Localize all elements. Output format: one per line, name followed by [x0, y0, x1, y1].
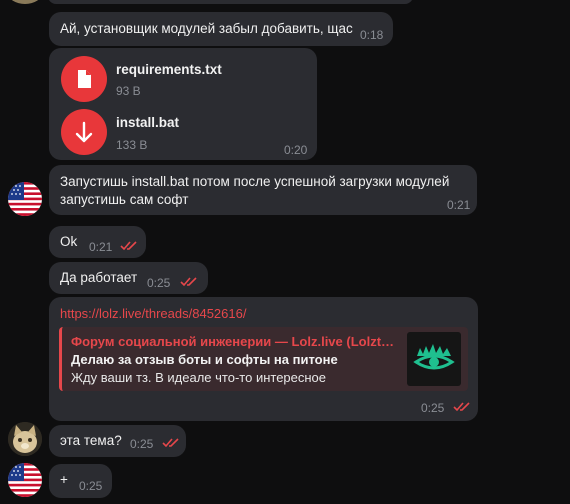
read-checks-icon	[162, 438, 179, 448]
avatar-us-flag[interactable]	[8, 182, 42, 216]
message-text-line: Запустишь install.bat потом после успешн…	[60, 174, 450, 189]
message-time: 0:25	[130, 437, 154, 451]
message-link[interactable]: https://lolz.live/threads/8452616/	[60, 306, 246, 321]
avatar-other-top[interactable]	[8, 0, 42, 4]
file-name[interactable]: requirements.txt	[116, 62, 222, 77]
file-size: 133 B	[116, 138, 148, 152]
message-time: 0:20	[284, 143, 308, 157]
read-checks-icon	[120, 241, 137, 251]
message-text: эта тема?	[60, 433, 122, 448]
message-bubble: Ok 0:21	[49, 226, 146, 258]
files-message-bubble: requirements.txt 93 B install.bat 133 B …	[49, 48, 317, 160]
preview-description: Жду ваши тз. В идеале что-то интересное	[71, 370, 327, 385]
message-time: 0:25	[147, 276, 171, 290]
message-text-line: запустишь сам софт	[60, 192, 189, 207]
file-size: 93 B	[116, 84, 141, 98]
message-time: 0:21	[89, 240, 113, 254]
file-name[interactable]: install.bat	[116, 115, 179, 130]
preview-site-name: Форум социальной инженерии — Lolz.live (…	[71, 334, 395, 349]
message-text: Ай, установщик модулей забыл добавить, щ…	[60, 21, 353, 36]
file-icon[interactable]	[61, 56, 107, 102]
message-bubble: Запустишь install.bat потом после успешн…	[49, 165, 477, 215]
message-text: +	[60, 472, 68, 487]
avatar-cat[interactable]	[8, 422, 42, 456]
message-time: 0:25	[421, 401, 445, 415]
message-time: 0:21	[447, 198, 471, 212]
read-checks-icon	[453, 402, 470, 412]
avatar-us-flag[interactable]	[8, 463, 42, 497]
message-bubble: эта тема? 0:25	[49, 425, 186, 457]
message-bubble: Да работает 0:25	[49, 262, 208, 294]
preview-title: Делаю за отзыв боты и софты на питоне	[71, 352, 338, 367]
partial-message-top	[48, 0, 413, 4]
link-message-bubble: https://lolz.live/threads/8452616/ Форум…	[49, 297, 478, 421]
eye-logo-icon	[413, 344, 455, 370]
message-time: 0:25	[79, 479, 103, 493]
message-time: 0:18	[360, 28, 384, 42]
message-bubble: Ай, установщик модулей забыл добавить, щ…	[49, 12, 393, 46]
message-bubble: + 0:25	[49, 464, 112, 498]
message-text: Да работает	[60, 270, 138, 285]
read-checks-icon	[180, 277, 197, 287]
message-text: Ok	[60, 234, 78, 249]
download-icon[interactable]	[61, 109, 107, 155]
link-preview-card[interactable]: Форум социальной инженерии — Lolz.live (…	[59, 327, 468, 391]
preview-thumbnail	[407, 332, 461, 386]
